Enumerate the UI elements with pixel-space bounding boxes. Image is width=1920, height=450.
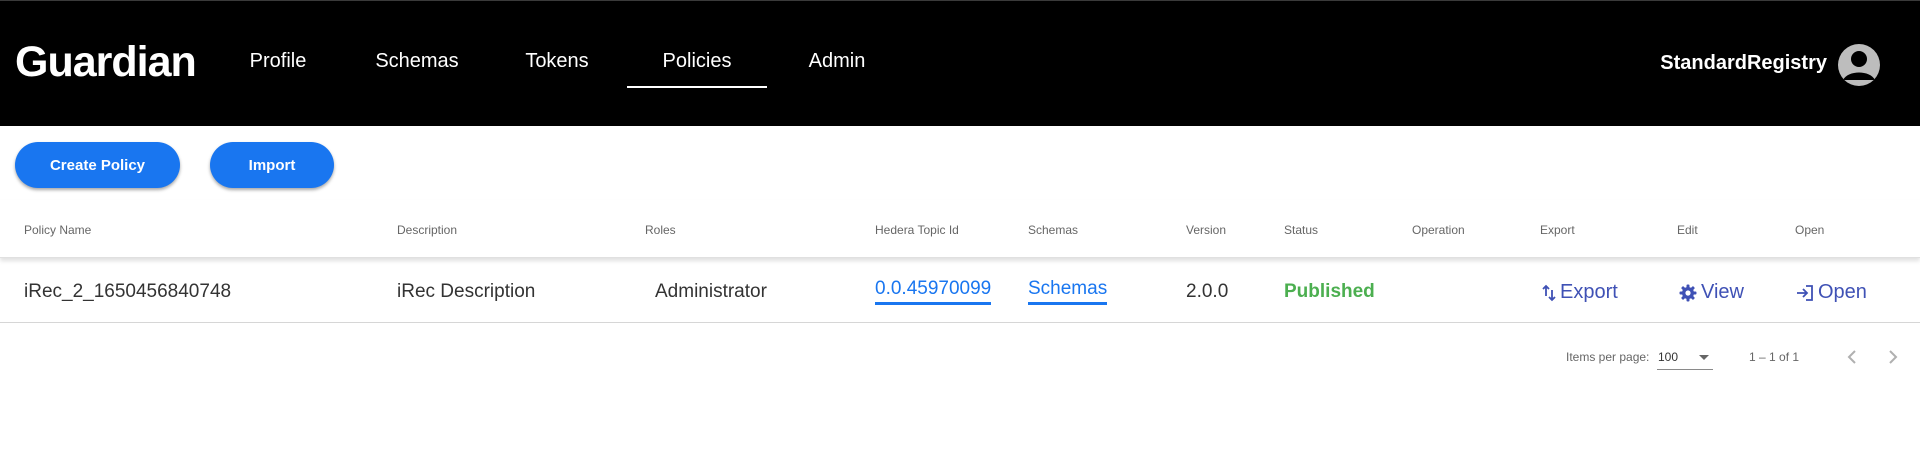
status-badge: Published xyxy=(1284,281,1375,302)
column-header-export: Export xyxy=(1540,223,1575,237)
column-header-policy-name: Policy Name xyxy=(24,223,92,237)
nav-profile[interactable]: Profile xyxy=(236,50,320,90)
column-header-topic-id: Hedera Topic Id xyxy=(875,223,959,237)
view-button[interactable]: View xyxy=(1679,281,1744,304)
chevron-left-icon xyxy=(1847,350,1856,364)
page-size-value: 100 xyxy=(1658,350,1679,364)
column-header-schemas: Schemas xyxy=(1028,223,1079,237)
table-row: iRec_2_1650456840748 iRec Description Ad… xyxy=(0,260,1920,323)
table-header: Policy Name Description Roles Hedera Top… xyxy=(0,200,1920,258)
column-header-roles: Roles xyxy=(645,223,676,237)
nav-policies[interactable]: Policies xyxy=(627,50,767,90)
schemas-link[interactable]: Schemas xyxy=(1028,278,1108,305)
chevron-down-icon xyxy=(1699,355,1709,360)
user-name[interactable]: StandardRegistry xyxy=(1660,52,1827,75)
export-arrows-icon xyxy=(1542,284,1556,301)
policy-description: iRec Description xyxy=(397,281,536,302)
page-range-label: 1 – 1 of 1 xyxy=(1749,350,1800,364)
open-button[interactable]: Open xyxy=(1796,281,1867,304)
chevron-right-icon xyxy=(1889,350,1898,364)
account-circle-icon[interactable] xyxy=(1838,44,1880,86)
top-navigation-bar: Guardian Profile Schemas Tokens Policies… xyxy=(0,0,1920,126)
items-per-page-label: Items per page: xyxy=(1566,350,1650,364)
policy-version: 2.0.0 xyxy=(1186,281,1229,302)
column-header-edit: Edit xyxy=(1677,223,1698,237)
create-policy-button[interactable]: Create Policy xyxy=(15,142,180,188)
nav-admin[interactable]: Admin xyxy=(790,50,884,90)
view-label: View xyxy=(1701,281,1744,303)
nav-tokens[interactable]: Tokens xyxy=(511,50,603,90)
nav-schemas[interactable]: Schemas xyxy=(361,50,473,90)
app-logo[interactable]: Guardian xyxy=(15,38,197,87)
login-icon xyxy=(1797,284,1813,301)
column-header-status: Status xyxy=(1284,223,1319,237)
gear-icon xyxy=(1679,284,1697,301)
topic-id-link[interactable]: 0.0.45970099 xyxy=(875,278,992,305)
open-label: Open xyxy=(1818,281,1867,303)
export-button[interactable]: Export xyxy=(1542,281,1618,304)
paginator: Items per page: 100 1 – 1 of 1 xyxy=(0,340,1920,376)
previous-page-button[interactable] xyxy=(1839,344,1865,370)
policy-name: iRec_2_1650456840748 xyxy=(24,281,232,302)
column-header-operation: Operation xyxy=(1412,223,1465,237)
page-size-select[interactable]: 100 xyxy=(1657,344,1713,370)
column-header-description: Description xyxy=(397,223,458,237)
import-button[interactable]: Import xyxy=(210,142,334,188)
export-label: Export xyxy=(1560,281,1618,303)
policy-roles: Administrator xyxy=(655,281,767,302)
column-header-version: Version xyxy=(1186,223,1227,237)
column-header-open: Open xyxy=(1795,223,1825,237)
next-page-button[interactable] xyxy=(1880,344,1906,370)
